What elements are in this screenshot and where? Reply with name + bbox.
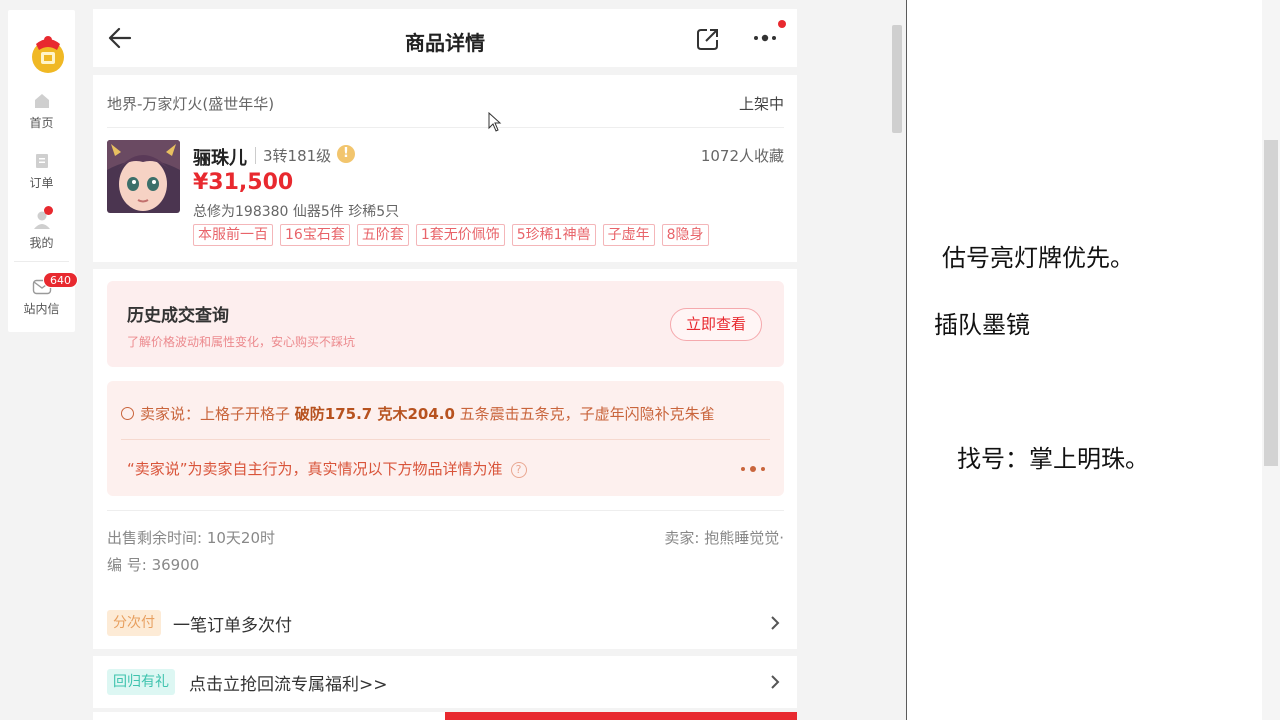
return-gift-text: 点击立抢回流专属福利>> [189,675,388,695]
side-nav: 首页 订单 我的 站内信 640 [8,10,78,332]
nav-orders[interactable]: 订单 [8,152,75,191]
page-title: 商品详情 [405,31,485,55]
product-info-card: 地界-万家灯火(盛世年华) 上架中 骊珠儿 3转181级 ! 1072人收藏 ¥… [93,75,797,262]
mine-notification-dot [44,206,53,215]
nav-mine[interactable]: 我的 [8,210,75,251]
detail-card: 历史成交查询 了解价格波动和属性变化，安心购买不踩坑 立即查看 卖家说：上格子开… [93,269,797,597]
feature-tag: 本服前一百 [193,224,273,246]
more-notification-dot [778,20,786,28]
product-price: ¥31,500 [193,170,294,195]
history-trade-panel: 历史成交查询 了解价格波动和属性变化，安心购买不踩坑 立即查看 [107,281,784,367]
chevron-right-icon [771,675,780,689]
feature-tags: 本服前一百 16宝石套 五阶套 1套无价佩饰 5珍稀1神兽 子虚年 8隐身 [193,224,709,246]
nav-orders-label: 订单 [29,176,54,190]
note-line: 插队墨镜 [934,311,1030,339]
history-subtitle: 了解价格波动和属性变化，安心购买不踩坑 [127,335,356,349]
info-divider [107,127,784,128]
nav-home[interactable]: 首页 [8,92,75,131]
seller-says-prefix: 卖家说：上格子开格子 [140,405,295,423]
listing-status: 上架中 [738,95,784,113]
notes-pane [906,0,1280,720]
chevron-right-icon [771,616,780,630]
seller-says-text: 卖家说：上格子开格子 破防175.7 克木204.0 五条震击五条克，子虚年闪隐… [121,403,715,424]
product-detail-page: 商品详情 地界-万家灯火(盛世年华) 上架中 骊珠儿 3转181级 ! 1072… [93,9,797,720]
nav-inbox-label: 站内信 [23,302,60,316]
page-scrollbar-thumb[interactable] [892,25,902,133]
share-icon[interactable] [695,26,721,52]
seller-says-panel: 卖家说：上格子开格子 破防175.7 克木204.0 五条震击五条克，子虚年闪隐… [107,381,784,496]
installment-text: 一笔订单多次付 [173,616,292,636]
installment-row[interactable]: 分次付 一笔订单多次付 [93,597,797,649]
installment-tag: 分次付 [107,610,161,636]
inbox-badge: 640 [43,272,78,288]
history-title: 历史成交查询 [127,306,229,326]
note-line: 估号亮灯牌优先。 [942,244,1134,272]
top-bar: 商品详情 [93,9,797,67]
exclamation-icon[interactable]: ! [337,145,355,163]
seller-disclaimer: “卖家说”为卖家自主行为，真实情况以下方物品详情为准? [127,458,527,479]
chat-icon [121,407,134,420]
feature-tag: 5珍稀1神兽 [511,224,596,246]
nav-divider [14,261,69,262]
home-icon [34,94,49,108]
return-gift-row[interactable]: 回归有礼 点击立抢回流专属福利>> [93,656,797,708]
order-icon [35,154,48,168]
notes-scrollbar-thumb[interactable] [1264,140,1278,466]
feature-tag: 1套无价佩饰 [415,224,505,246]
feature-tag: 8隐身 [661,224,709,246]
expand-dots-icon[interactable] [740,465,768,473]
feature-tag: 16宝石套 [280,224,350,246]
seller-says-suffix: 五条震击五条克，子虚年闪隐补克朱雀 [454,405,715,423]
seller-says-divider [121,439,770,440]
character-name: 骊珠儿 [193,148,247,169]
item-serial: 编 号: 36900 [107,556,200,574]
seller-disclaimer-text: “卖家说”为卖家自主行为，真实情况以下方物品详情为准 [127,460,503,478]
meta-divider [107,510,784,511]
character-stats: 总修为198380 仙器5件 珍稀5只 [193,204,400,220]
app-logo[interactable] [27,32,69,74]
note-line: 找号：掌上明珠。 [957,445,1149,473]
more-icon[interactable] [753,32,779,44]
view-history-button[interactable]: 立即查看 [670,308,762,341]
feature-tag: 子虚年 [602,224,655,246]
seller-name[interactable]: 卖家: 抱熊睡觉觉· [664,527,784,548]
nav-mine-label: 我的 [29,236,54,250]
nav-home-label: 首页 [29,116,54,130]
character-avatar[interactable] [107,140,180,213]
character-level: 3转181级 [263,147,332,165]
return-gift-tag: 回归有礼 [107,669,175,695]
buy-button[interactable] [445,712,797,720]
feature-tag: 五阶套 [356,224,409,246]
seller-says-highlight: 破防175.7 克木204.0 [294,405,455,423]
server-name: 地界-万家灯火(盛世年华) [107,95,275,113]
question-icon[interactable]: ? [510,462,527,478]
bottom-action-bar [93,712,797,720]
remaining-time: 出售剩余时间: 10天20时 [107,529,275,547]
favorite-count: 1072人收藏 [700,147,784,165]
mouse-cursor-icon [488,112,502,132]
name-separator [255,147,256,164]
